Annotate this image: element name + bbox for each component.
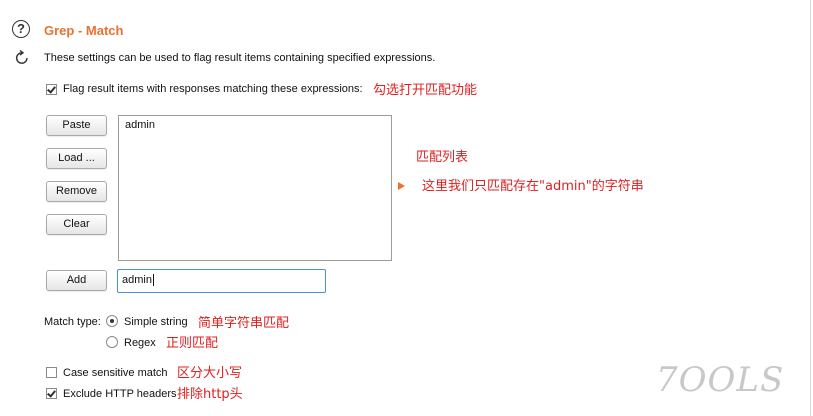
- paste-button[interactable]: Paste: [46, 115, 107, 136]
- match-type-label: Match type:: [44, 316, 101, 328]
- list-annotation: 匹配列表: [416, 150, 469, 165]
- simple-string-label: Simple string: [124, 316, 188, 328]
- refresh-icon[interactable]: [13, 49, 31, 67]
- tools-watermark: 7OOLS: [656, 360, 785, 400]
- regex-label: Regex: [124, 337, 156, 349]
- regex-annotation: 正则匹配: [166, 336, 219, 351]
- panel-divider: [810, 0, 811, 416]
- exclude-headers-checkbox[interactable]: [46, 388, 57, 399]
- exclude-headers-label: Exclude HTTP headers: [63, 388, 177, 400]
- simple-string-annotation: 简单字符串匹配: [198, 316, 290, 331]
- remove-button[interactable]: Remove: [46, 181, 107, 202]
- flag-label: Flag result items with responses matchin…: [63, 83, 363, 95]
- exclude-headers-annotation: 排除http头: [177, 387, 243, 402]
- section-description: These settings can be used to flag resul…: [44, 52, 436, 64]
- expression-list[interactable]: admin: [118, 115, 392, 261]
- section-title: Grep - Match: [44, 23, 124, 38]
- expression-input[interactable]: admin: [117, 269, 326, 293]
- clear-button[interactable]: Clear: [46, 214, 107, 235]
- regex-radio[interactable]: [106, 336, 118, 348]
- flag-annotation: 勾选打开匹配功能: [373, 83, 478, 98]
- case-sensitive-annotation: 区分大小写: [177, 366, 243, 381]
- arrow-icon: [398, 182, 405, 190]
- list-arrow-note: 这里我们只匹配存在"admin"的字符串: [422, 179, 644, 194]
- expression-input-value: admin: [122, 274, 152, 286]
- simple-string-radio[interactable]: [106, 315, 118, 327]
- help-icon[interactable]: ?: [12, 20, 30, 38]
- case-sensitive-label: Case sensitive match: [63, 367, 168, 379]
- text-caret: [152, 274, 154, 287]
- add-button[interactable]: Add: [46, 270, 107, 291]
- list-item[interactable]: admin: [119, 116, 391, 134]
- load-button[interactable]: Load ...: [46, 148, 107, 169]
- flag-checkbox[interactable]: [46, 84, 57, 95]
- case-sensitive-checkbox[interactable]: [46, 367, 57, 378]
